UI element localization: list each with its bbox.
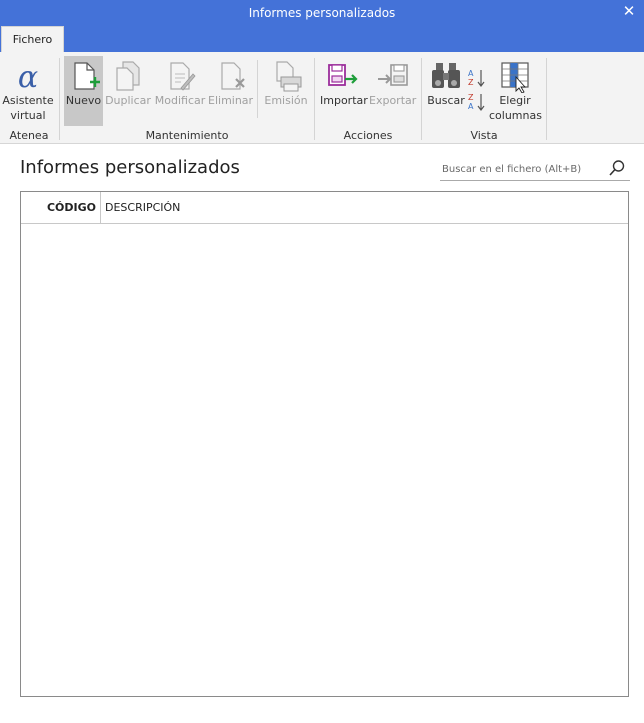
window-title: Informes personalizados — [248, 6, 396, 20]
asistente-virtual-label: Asistente virtual — [2, 94, 54, 122]
edit-document-icon — [170, 62, 196, 91]
print-document-icon — [276, 61, 302, 92]
group-label-acciones: Acciones — [343, 129, 393, 142]
group-label-vista: Vista — [470, 129, 498, 142]
new-document-icon — [73, 62, 100, 90]
eliminar-label: Eliminar — [208, 94, 254, 107]
emision-button[interactable]: Emisión — [262, 56, 310, 126]
subgroup-separator — [257, 60, 258, 118]
buscar-label: Buscar — [427, 94, 465, 107]
group-label-mantenimiento: Mantenimiento — [145, 129, 229, 142]
search-input[interactable] — [442, 159, 602, 179]
alpha-icon: α — [18, 60, 38, 93]
svg-text:A: A — [468, 69, 474, 78]
elegir-columnas-button[interactable]: Elegir columnas — [489, 56, 542, 126]
ribbon: α Asistente virtual Nuevo Duplicar Modif… — [0, 52, 644, 144]
column-header-descripcion[interactable]: DESCRIPCIÓN — [105, 192, 605, 223]
sort-descending-icon[interactable]: Z A — [466, 92, 488, 112]
duplicate-icon — [116, 61, 140, 91]
column-header-codigo[interactable]: CÓDIGO — [21, 192, 101, 223]
ribbon-tabs: Fichero — [0, 26, 644, 53]
modificar-label: Modificar — [154, 94, 206, 107]
nuevo-button[interactable]: Nuevo — [64, 56, 103, 126]
group-label-atenea: Atenea — [9, 129, 49, 142]
page-title: Informes personalizados — [20, 157, 240, 178]
import-icon — [328, 64, 358, 86]
emision-label: Emisión — [264, 94, 308, 107]
group-separator — [314, 58, 315, 140]
sort-ascending-icon[interactable]: A Z — [466, 68, 488, 88]
svg-text:Z: Z — [468, 93, 474, 102]
duplicar-button[interactable]: Duplicar — [105, 56, 151, 126]
records-table[interactable]: CÓDIGO DESCRIPCIÓN — [20, 191, 629, 697]
search-icon[interactable] — [608, 159, 626, 177]
choose-columns-icon — [501, 62, 529, 93]
close-icon[interactable]: ✕ — [620, 1, 638, 21]
exportar-button[interactable]: Exportar — [369, 56, 416, 126]
importar-button[interactable]: Importar — [320, 56, 368, 126]
svg-text:A: A — [468, 102, 474, 111]
table-header: CÓDIGO DESCRIPCIÓN — [21, 192, 628, 224]
nuevo-label: Nuevo — [65, 94, 102, 107]
delete-document-icon — [220, 62, 245, 90]
tab-fichero[interactable]: Fichero — [1, 26, 64, 53]
buscar-button[interactable]: Buscar — [426, 56, 466, 126]
binoculars-icon — [432, 63, 460, 88]
title-bar: Informes personalizados ✕ — [0, 0, 644, 26]
duplicar-label: Duplicar — [105, 94, 151, 107]
export-icon — [377, 64, 408, 86]
group-separator — [546, 58, 547, 140]
exportar-label: Exportar — [369, 94, 417, 107]
group-separator — [59, 58, 60, 140]
elegir-columnas-label: Elegir columnas — [489, 94, 542, 122]
svg-text:Z: Z — [468, 78, 474, 87]
importar-label: Importar — [320, 94, 368, 107]
modificar-button[interactable]: Modificar — [154, 56, 206, 126]
group-separator — [421, 58, 422, 140]
eliminar-button[interactable]: Eliminar — [208, 56, 253, 126]
svg-text:α: α — [18, 60, 38, 93]
asistente-virtual-button[interactable]: α Asistente virtual — [2, 56, 54, 126]
search-box — [440, 157, 630, 181]
